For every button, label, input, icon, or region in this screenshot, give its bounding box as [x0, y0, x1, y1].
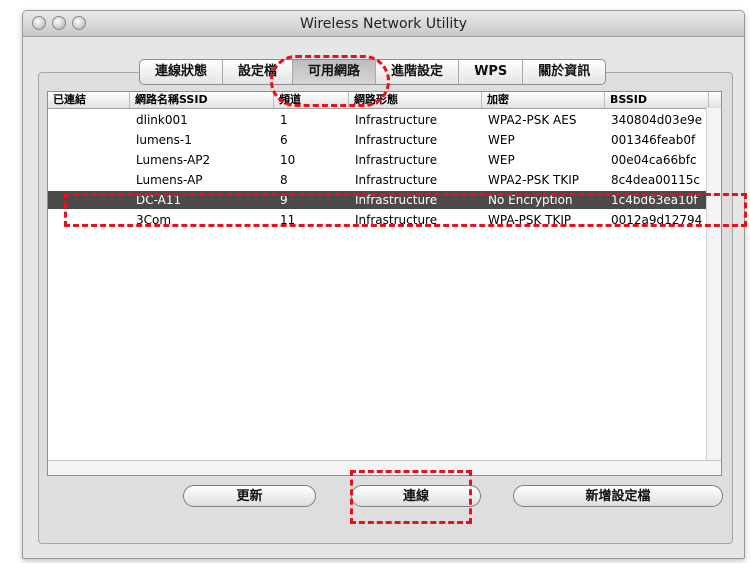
table-row[interactable]: 3Com 11 Infrastructure WPA-PSK TKIP 0012…: [48, 211, 721, 229]
cell-encryption: WPA2-PSK AES: [488, 113, 577, 127]
cell-ssid: lumens-1: [136, 133, 192, 147]
app-window: Wireless Network Utility 連線狀態 設定檔 可用網路 進…: [22, 10, 745, 559]
cell-ssid: Lumens-AP2: [136, 153, 211, 167]
cell-connected: [48, 131, 130, 149]
cell-network-type: Infrastructure: [355, 133, 438, 147]
table-row-selected[interactable]: DC-A11 9 Infrastructure No Encryption 1c…: [48, 191, 721, 209]
tab-advanced-settings[interactable]: 進階設定: [376, 60, 460, 84]
table-row[interactable]: Lumens-AP2 10 Infrastructure WEP 00e04ca…: [48, 151, 721, 169]
tab-available-networks[interactable]: 可用網路: [293, 60, 377, 84]
cell-bssid: 001346feab0f: [611, 133, 696, 147]
cell-ssid: DC-A11: [136, 193, 182, 207]
vertical-scrollbar[interactable]: [706, 108, 721, 461]
tab-profiles[interactable]: 設定檔: [223, 60, 294, 84]
table-row[interactable]: Lumens-AP 8 Infrastructure WPA2-PSK TKIP…: [48, 171, 721, 189]
cell-connected: [48, 171, 130, 189]
cell-network-type: Infrastructure: [355, 173, 438, 187]
connect-button[interactable]: 連線: [351, 485, 481, 507]
tab-wps[interactable]: WPS: [459, 60, 524, 84]
column-header-network-type[interactable]: 網路形態: [349, 92, 482, 108]
cell-connected: [48, 111, 130, 129]
cell-channel: 6: [280, 133, 288, 147]
table-row[interactable]: dlink001 1 Infrastructure WPA2-PSK AES 3…: [48, 111, 721, 129]
network-table: 已連結 網路名稱SSID 頻道 網路形態 加密 BSSID dlink001 1…: [47, 91, 722, 476]
cell-encryption: WEP: [488, 133, 515, 147]
cell-encryption: No Encryption: [488, 193, 573, 207]
horizontal-scrollbar[interactable]: [48, 460, 721, 475]
cell-ssid: Lumens-AP: [136, 173, 203, 187]
cell-encryption: WEP: [488, 153, 515, 167]
table-row[interactable]: lumens-1 6 Infrastructure WEP 001346feab…: [48, 131, 721, 149]
column-header-connected[interactable]: 已連結: [48, 92, 130, 108]
cell-encryption: WPA2-PSK TKIP: [488, 173, 580, 187]
column-header-channel[interactable]: 頻道: [274, 92, 349, 108]
cell-ssid: 3Com: [136, 213, 172, 227]
cell-channel: 11: [280, 213, 296, 227]
tab-about[interactable]: 關於資訊: [523, 60, 605, 84]
window-title: Wireless Network Utility: [299, 16, 468, 32]
add-profile-button[interactable]: 新增設定檔: [513, 485, 723, 507]
cell-channel: 1: [280, 113, 288, 127]
refresh-button[interactable]: 更新: [183, 485, 316, 507]
cell-bssid: 1c4bd63ea10f: [611, 193, 698, 207]
column-header-ssid[interactable]: 網路名稱SSID: [130, 92, 274, 108]
cell-channel: 9: [280, 193, 288, 207]
cell-bssid: 340804d03e9e: [611, 113, 703, 127]
title-bar: Wireless Network Utility: [23, 11, 744, 37]
cell-channel: 10: [280, 153, 296, 167]
table-header: 已連結 網路名稱SSID 頻道 網路形態 加密 BSSID: [48, 92, 721, 109]
column-header-encryption[interactable]: 加密: [482, 92, 605, 108]
cell-network-type: Infrastructure: [355, 213, 438, 227]
cell-connected: [48, 211, 130, 229]
cell-bssid: 8c4dea00115c: [611, 173, 700, 187]
cell-encryption: WPA-PSK TKIP: [488, 213, 572, 227]
tab-bar: 連線狀態 設定檔 可用網路 進階設定 WPS 關於資訊: [139, 59, 607, 85]
cell-ssid: dlink001: [136, 113, 188, 127]
cell-connected: [48, 191, 130, 209]
cell-channel: 8: [280, 173, 288, 187]
tab-connection-status[interactable]: 連線狀態: [140, 60, 224, 84]
cell-connected: [48, 151, 130, 169]
cell-network-type: Infrastructure: [355, 113, 438, 127]
cell-network-type: Infrastructure: [355, 153, 438, 167]
column-header-bssid[interactable]: BSSID: [605, 92, 709, 108]
cell-bssid: 00e04ca66bfc: [611, 153, 697, 167]
cell-network-type: Infrastructure: [355, 193, 438, 207]
cell-bssid: 0012a9d12794: [611, 213, 703, 227]
